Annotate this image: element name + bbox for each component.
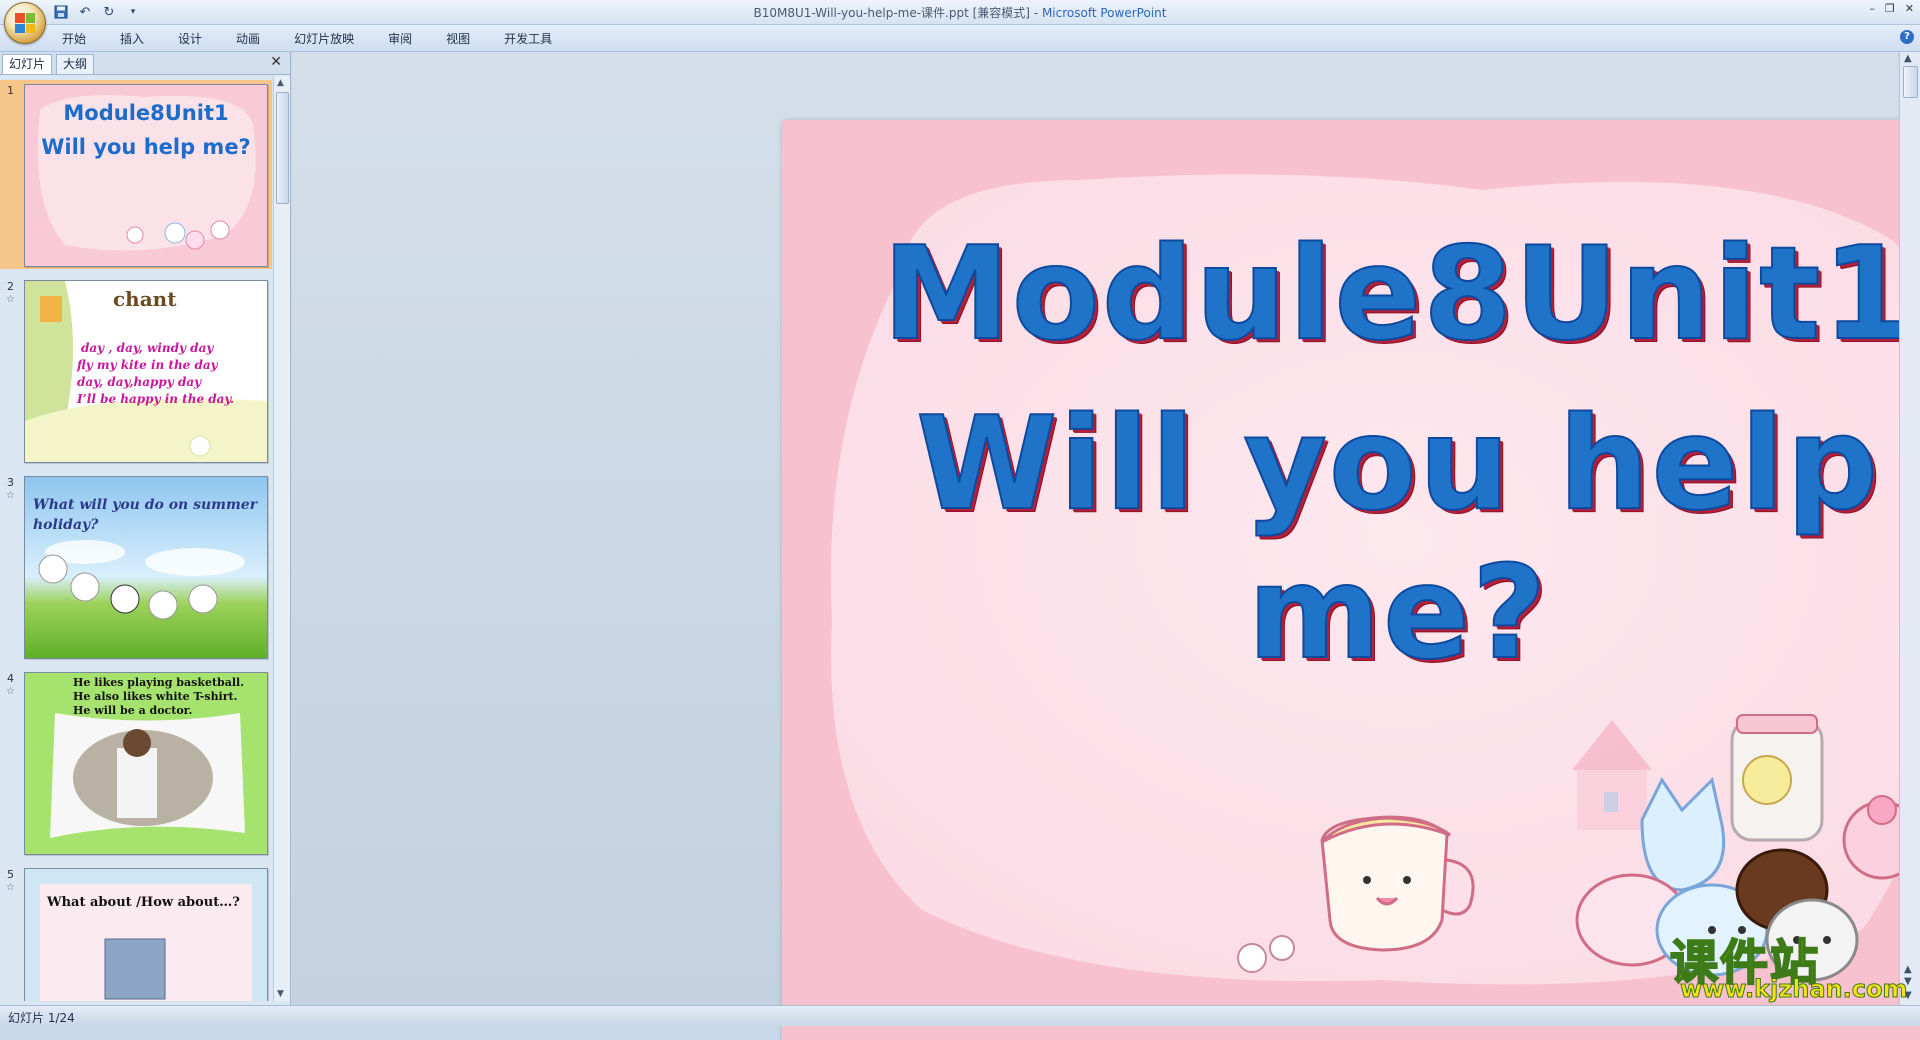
tab-home[interactable]: 开始 xyxy=(60,30,88,47)
title-bar: ↶ ↻ ▾ B10M8U1-Will-you-help-me-课件.ppt [兼… xyxy=(0,0,1920,25)
tab-review[interactable]: 审阅 xyxy=(386,30,414,47)
current-slide[interactable]: Module8Unit1 Will you help me? xyxy=(782,120,1920,1040)
scroll-thumb[interactable] xyxy=(276,92,289,204)
slide-title-line1[interactable]: Module8Unit1 xyxy=(782,219,1920,370)
thumbnail-line: fly my kite in the day xyxy=(77,358,218,372)
scroll-up-icon[interactable]: ▲ xyxy=(277,78,284,88)
thumbnail-chant-title: chant xyxy=(113,287,177,311)
tab-slideshow[interactable]: 幻灯片放映 xyxy=(292,30,356,47)
thumbnail-slide-4[interactable]: 4 ☆ He likes playing basketball. He also… xyxy=(0,668,272,857)
thumbnail-line: He likes playing basketball. xyxy=(73,676,245,689)
slide-scrollbar[interactable]: ▲ ▲ ▼ ▼ xyxy=(1899,52,1920,1005)
pane-close-icon[interactable]: ✕ xyxy=(270,54,282,70)
window-title-file: B10M8U1-Will-you-help-me-课件.ppt [兼容模式] - xyxy=(753,6,1042,20)
window-controls: – ❐ ✕ xyxy=(1869,2,1914,15)
tab-view[interactable]: 视图 xyxy=(444,30,472,47)
tab-design[interactable]: 设计 xyxy=(176,30,204,47)
thumbnail-image: What will you do on summer holiday? xyxy=(24,476,268,659)
thumbnail-image: He likes playing basketball. He also lik… xyxy=(24,672,268,855)
close-button[interactable]: ✕ xyxy=(1905,2,1914,15)
thumbnail-slide-1[interactable]: 1 Module8Unit1 Will you help me? xyxy=(0,80,272,269)
office-button[interactable] xyxy=(4,2,46,44)
thumbnail-line: What about /How about…? xyxy=(47,895,240,910)
thumbnail-line: He also likes white T-shirt. xyxy=(73,690,238,703)
animation-star-icon: ☆ xyxy=(6,294,15,305)
tab-slides[interactable]: 幻灯片 xyxy=(2,54,53,74)
thumbnail-line: day, day,happy day xyxy=(77,375,202,389)
scroll-up-icon[interactable]: ▲ xyxy=(1904,54,1912,64)
slides-pane: 幻灯片 大纲 ✕ 1 Module8Unit1 Will you help me… xyxy=(0,52,291,1005)
thumbnail-line: day , day, windy day xyxy=(81,341,214,355)
thumbnail-number: 1 xyxy=(7,84,14,97)
slide-counter: 幻灯片 1/24 xyxy=(8,1011,75,1025)
tab-outline[interactable]: 大纲 xyxy=(56,54,95,74)
thumbnail-number: 3 xyxy=(7,476,14,489)
thumbnail-image: What about /How about…? xyxy=(24,868,268,1001)
thumbnail-image: Module8Unit1 Will you help me? xyxy=(24,84,268,267)
pane-tabs: 幻灯片 大纲 ✕ xyxy=(0,52,290,75)
tab-developer[interactable]: 开发工具 xyxy=(502,30,554,47)
watermark-logo: 课件站 www.kjzhan.com xyxy=(1669,923,1910,1004)
thumbnail-number: 5 xyxy=(7,868,14,881)
thumbnail-list: 1 Module8Unit1 Will you help me? 2 ☆ cha… xyxy=(0,76,272,1001)
tab-insert[interactable]: 插入 xyxy=(118,30,146,47)
watermark-url: www.kjzhan.com xyxy=(1679,975,1908,1004)
thumbnail-line: I’ll be happy in the day. xyxy=(77,392,235,406)
thumbnail-scrollbar[interactable]: ▲ ▼ xyxy=(273,76,290,1001)
animation-star-icon: ☆ xyxy=(6,882,15,893)
help-icon[interactable]: ? xyxy=(1900,30,1914,44)
scroll-thumb[interactable] xyxy=(1903,66,1918,98)
thumbnail-title-line1: Module8Unit1 xyxy=(63,101,229,125)
thumbnail-number: 4 xyxy=(7,672,14,685)
slide-title-line2[interactable]: Will you help me? xyxy=(782,389,1920,689)
slide-editor: Module8Unit1 Will you help me? xyxy=(292,52,1920,1040)
thumbnail-image: chant day , day, windy day fly my kite i… xyxy=(24,280,268,463)
thumbnail-title-line2: Will you help me? xyxy=(41,135,251,159)
thumbnail-line: holiday? xyxy=(33,517,99,533)
thumbnail-line: He will be a doctor. xyxy=(73,704,193,717)
animation-star-icon: ☆ xyxy=(6,490,15,501)
ribbon: 开始 插入 设计 动画 幻灯片放映 审阅 视图 开发工具 ? xyxy=(0,25,1920,52)
ribbon-tabs: 开始 插入 设计 动画 幻灯片放映 审阅 视图 开发工具 xyxy=(60,30,554,47)
minimize-button[interactable]: – xyxy=(1869,2,1875,15)
scroll-down-icon[interactable]: ▼ xyxy=(277,989,284,999)
status-bar: 幻灯片 1/24 xyxy=(0,1005,1920,1026)
thumbnail-line: What will you do on summer xyxy=(33,497,258,513)
thumbnail-slide-3[interactable]: 3 ☆ What will you do on summer holiday? xyxy=(0,472,272,661)
tab-animations[interactable]: 动画 xyxy=(234,30,262,47)
window-title-app: Microsoft PowerPoint xyxy=(1041,6,1167,20)
thumbnail-slide-2[interactable]: 2 ☆ chant day , day, windy day fly my ki… xyxy=(0,276,272,465)
office-logo-icon xyxy=(15,13,35,33)
thumbnail-background xyxy=(40,884,252,1001)
restore-button[interactable]: ❐ xyxy=(1885,2,1895,15)
window-title: B10M8U1-Will-you-help-me-课件.ppt [兼容模式] -… xyxy=(0,4,1920,21)
animation-star-icon: ☆ xyxy=(6,686,15,697)
thumbnail-number: 2 xyxy=(7,280,14,293)
thumbnail-slide-5[interactable]: 5 ☆ What about /How about…? xyxy=(0,864,272,1001)
